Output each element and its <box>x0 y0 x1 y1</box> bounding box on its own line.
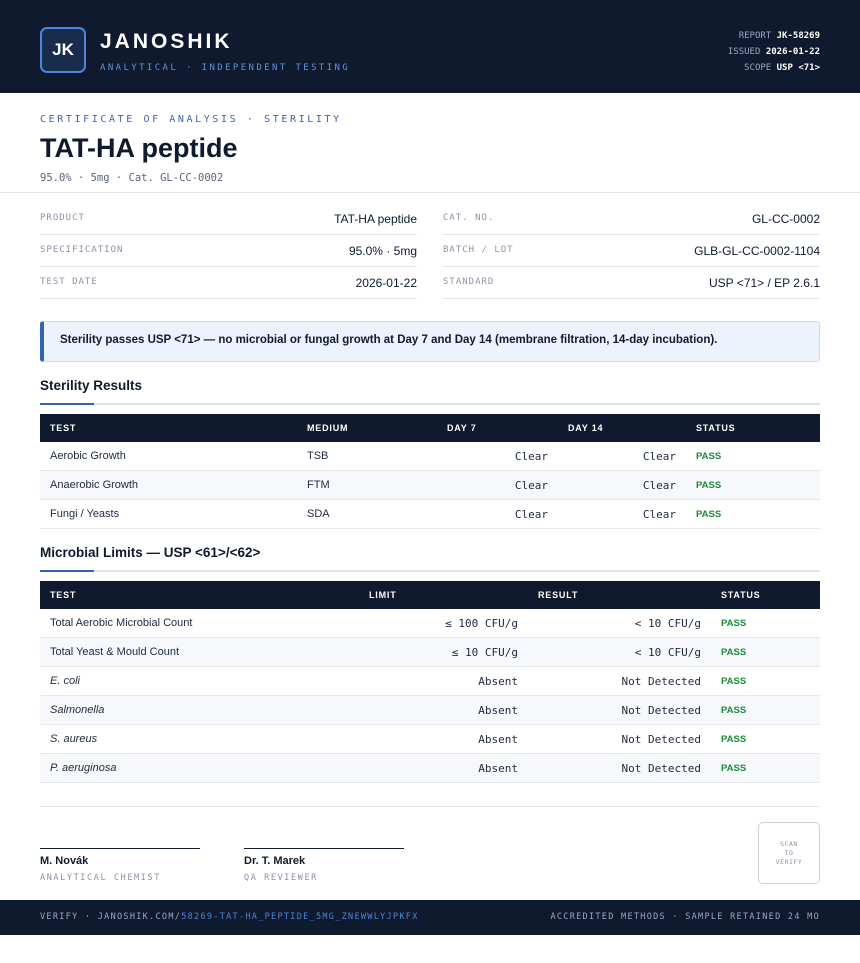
lab-logo: JK <box>40 27 86 73</box>
signatory-name: Dr. T. Marek <box>244 855 306 867</box>
info-column-left: PRODUCT TAT-HA peptide SPECIFICATION 95.… <box>40 203 417 299</box>
table-row: Total Yeast & Mould Count ≤ 10 CFU/g < 1… <box>40 638 820 667</box>
info-row-batch-lot: BATCH / LOT GLB-GL-CC-0002-1104 <box>443 235 820 267</box>
brand-name: JANOSHIK <box>100 30 233 53</box>
info-row-product: PRODUCT TAT-HA peptide <box>40 203 417 235</box>
info-row-specification: SPECIFICATION 95.0% · 5mg <box>40 235 417 267</box>
report-meta: REPORT JK-58269 ISSUED 2026-01-22 SCOPE … <box>728 28 820 76</box>
section-underline <box>40 570 820 572</box>
page-subtitle: 95.0% · 5mg · Cat. GL-CC-0002 <box>40 172 224 184</box>
status-badge: PASS <box>721 676 747 687</box>
table-header: TEST LIMIT RESULT STATUS <box>40 581 820 609</box>
table-row: E. coli Absent Not Detected PASS <box>40 667 820 696</box>
document-eyebrow: CERTIFICATE OF ANALYSIS · STERILITY <box>40 114 342 125</box>
signatory-role: QA REVIEWER <box>244 873 318 883</box>
microbial-table: TEST LIMIT RESULT STATUS Total Aerobic M… <box>40 581 820 783</box>
report-header: JK JANOSHIK ANALYTICAL · INDEPENDENT TES… <box>0 0 860 93</box>
brand-tagline: ANALYTICAL · INDEPENDENT TESTING <box>100 63 351 73</box>
verify-link[interactable]: VERIFY · JANOSHIK.COM/58269-TAT-HA_PEPTI… <box>40 912 419 922</box>
status-badge: PASS <box>721 763 747 774</box>
footer-note: ACCREDITED METHODS · SAMPLE RETAINED 24 … <box>550 912 820 922</box>
signature-line <box>244 848 404 849</box>
status-badge: PASS <box>696 480 722 491</box>
status-badge: PASS <box>721 734 747 745</box>
status-badge: PASS <box>721 618 747 629</box>
info-row-cat-no: CAT. NO. GL-CC-0002 <box>443 203 820 235</box>
info-row-standard: STANDARD USP <71> / EP 2.6.1 <box>443 267 820 299</box>
meta-scope: SCOPE USP <71> <box>744 63 820 73</box>
table-row: Total Aerobic Microbial Count ≤ 100 CFU/… <box>40 609 820 638</box>
table-row: Fungi / Yeasts SDA Clear Clear PASS <box>40 500 820 529</box>
verify-qr-placeholder[interactable]: SCAN TO VERIFY <box>758 822 820 884</box>
section-underline <box>40 403 820 405</box>
status-badge: PASS <box>721 647 747 658</box>
title-divider <box>0 192 860 193</box>
info-column-right: CAT. NO. GL-CC-0002 BATCH / LOT GLB-GL-C… <box>443 203 820 299</box>
section-underline-accent <box>40 570 94 572</box>
signatory-role: ANALYTICAL CHEMIST <box>40 873 161 883</box>
status-badge: PASS <box>721 705 747 716</box>
summary-callout: Sterility passes USP <71> — no microbial… <box>40 321 820 362</box>
signature-line <box>40 848 200 849</box>
page-title: TAT-HA peptide <box>40 133 238 163</box>
table-row: Salmonella Absent Not Detected PASS <box>40 696 820 725</box>
signature-divider <box>40 806 820 807</box>
table-row: Aerobic Growth TSB Clear Clear PASS <box>40 442 820 471</box>
table-header: TEST MEDIUM DAY 7 DAY 14 STATUS <box>40 414 820 442</box>
table-row: Anaerobic Growth FTM Clear Clear PASS <box>40 471 820 500</box>
section-underline-accent <box>40 403 94 405</box>
signatory-name: M. Novák <box>40 855 89 867</box>
info-row-test-date: TEST DATE 2026-01-22 <box>40 267 417 299</box>
microbial-section-title: Microbial Limits — USP <61>/<62> <box>40 545 261 560</box>
sterility-table: TEST MEDIUM DAY 7 DAY 14 STATUS Aerobic … <box>40 414 820 529</box>
status-badge: PASS <box>696 451 722 462</box>
status-badge: PASS <box>696 509 722 520</box>
report-footer: VERIFY · JANOSHIK.COM/58269-TAT-HA_PEPTI… <box>0 900 860 935</box>
sterility-section-title: Sterility Results <box>40 378 143 393</box>
table-row: S. aureus Absent Not Detected PASS <box>40 725 820 754</box>
meta-report: REPORT JK-58269 <box>738 31 820 41</box>
meta-issued: ISSUED 2026-01-22 <box>727 47 820 57</box>
table-row: P. aeruginosa Absent Not Detected PASS <box>40 754 820 783</box>
